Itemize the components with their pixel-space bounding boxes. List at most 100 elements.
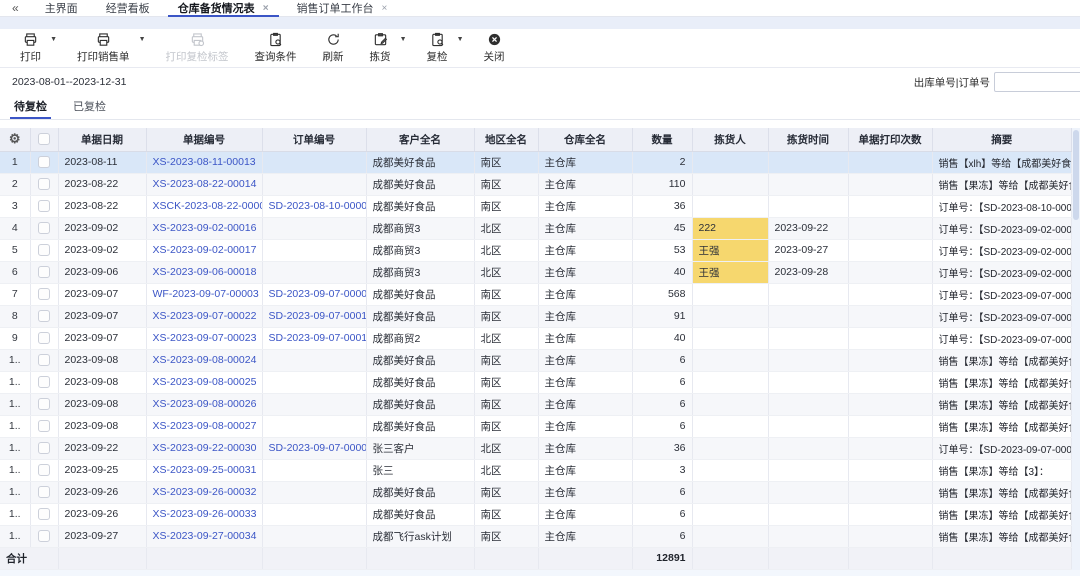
print-sales-order-button[interactable]: 打印销售单 ▼ — [67, 30, 146, 66]
chevron-down-icon[interactable]: ▼ — [400, 36, 407, 43]
table-row[interactable]: 8 2023-09-07 XS-2023-09-07-00022 SD-2023… — [0, 305, 1072, 328]
column-header-region[interactable]: 地区全名 — [474, 128, 539, 152]
column-header-print-count[interactable]: 单据打印次数 — [848, 128, 933, 152]
row-checkbox[interactable] — [38, 222, 50, 235]
doc-no-link[interactable]: XS-2023-09-08-00025 — [153, 376, 257, 388]
table-row[interactable]: 2 2023-08-22 XS-2023-08-22-00014 成都美好食品 … — [0, 173, 1072, 196]
row-select-cell[interactable] — [30, 305, 59, 328]
doc-no-link[interactable]: XSCK-2023-08-22-00001 — [153, 200, 262, 212]
close-button[interactable]: 关闭 — [474, 30, 515, 66]
row-checkbox[interactable] — [38, 244, 50, 257]
table-row[interactable]: 1.. 2023-09-25 XS-2023-09-25-00031 张三 北区… — [0, 459, 1072, 482]
column-settings-header[interactable]: ⚙ — [0, 128, 31, 152]
row-checkbox[interactable] — [38, 332, 50, 345]
recheck-button[interactable]: 复检 ▼ — [417, 30, 464, 66]
doc-no-link[interactable]: XS-2023-09-25-00031 — [153, 464, 257, 476]
doc-no-link[interactable]: XS-2023-09-07-00022 — [153, 310, 257, 322]
row-select-cell[interactable] — [30, 173, 59, 196]
row-checkbox[interactable] — [38, 178, 50, 191]
row-select-cell[interactable] — [30, 415, 59, 438]
doc-no-link[interactable]: XS-2023-09-08-00027 — [153, 420, 257, 432]
row-select-cell[interactable] — [30, 481, 59, 504]
column-header-pick-time[interactable]: 拣货时间 — [768, 128, 849, 152]
table-row[interactable]: 3 2023-08-22 XSCK-2023-08-22-00001 SD-20… — [0, 195, 1072, 218]
doc-no-link[interactable]: XS-2023-09-06-00018 — [153, 266, 257, 278]
doc-no-link[interactable]: WF-2023-09-07-00003 — [153, 288, 259, 300]
doc-no-link[interactable]: XS-2023-09-27-00034 — [153, 530, 257, 542]
doc-no-link[interactable]: XS-2023-09-08-00026 — [153, 398, 257, 410]
table-row[interactable]: 1.. 2023-09-26 XS-2023-09-26-00033 成都美好食… — [0, 503, 1072, 526]
row-checkbox[interactable] — [38, 266, 50, 279]
order-number-search-input[interactable] — [994, 72, 1080, 92]
table-row[interactable]: 9 2023-09-07 XS-2023-09-07-00023 SD-2023… — [0, 327, 1072, 350]
doc-no-link[interactable]: XS-2023-09-26-00033 — [153, 508, 257, 520]
table-row[interactable]: 1.. 2023-09-22 XS-2023-09-22-00030 SD-20… — [0, 437, 1072, 460]
column-header-picker[interactable]: 拣货人 — [692, 128, 769, 152]
gear-icon[interactable]: ⚙ — [9, 131, 21, 146]
picking-button[interactable]: 拣货 ▼ — [360, 30, 407, 66]
row-select-cell[interactable] — [30, 217, 59, 240]
order-no-link[interactable]: SD-2023-09-07-00014 — [269, 332, 366, 344]
order-no-link[interactable]: SD-2023-09-07-00005 — [269, 442, 366, 454]
row-select-cell[interactable] — [30, 195, 59, 218]
doc-no-link[interactable]: XS-2023-09-22-00030 — [153, 442, 257, 454]
query-conditions-button[interactable]: 查询条件 — [245, 30, 307, 66]
column-header-warehouse[interactable]: 仓库全名 — [538, 128, 633, 152]
tab-main-screen[interactable]: 主界面 — [31, 0, 92, 16]
table-row[interactable]: 1.. 2023-09-08 XS-2023-09-08-00025 成都美好食… — [0, 371, 1072, 394]
tab-business-dashboard[interactable]: 经营看板 — [92, 0, 164, 16]
scrollbar-thumb[interactable] — [1073, 130, 1079, 220]
close-tab-icon[interactable]: × — [382, 3, 388, 14]
tab-sales-order-workbench[interactable]: 销售订单工作台 × — [283, 0, 402, 16]
close-tab-icon[interactable]: × — [263, 3, 269, 14]
row-select-cell[interactable] — [30, 283, 59, 306]
row-select-cell[interactable] — [30, 437, 59, 460]
table-row[interactable]: 4 2023-09-02 XS-2023-09-02-00016 成都商贸3 北… — [0, 217, 1072, 240]
tab-pending-recheck[interactable]: 待复检 — [10, 98, 51, 119]
vertical-scrollbar[interactable] — [1072, 128, 1080, 570]
row-select-cell[interactable] — [30, 393, 59, 416]
row-checkbox[interactable] — [38, 420, 50, 433]
select-all-checkbox[interactable] — [38, 133, 50, 146]
table-row[interactable]: 1.. 2023-09-26 XS-2023-09-26-00032 成都美好食… — [0, 481, 1072, 504]
table-row[interactable]: 1.. 2023-09-08 XS-2023-09-08-00026 成都美好食… — [0, 393, 1072, 416]
date-range-filter[interactable]: 2023-08-01--2023-12-31 — [12, 76, 126, 88]
column-header-customer[interactable]: 客户全名 — [366, 128, 475, 152]
row-checkbox[interactable] — [38, 310, 50, 323]
order-no-link[interactable]: SD-2023-09-07-00009 — [269, 288, 366, 300]
row-checkbox[interactable] — [38, 156, 50, 169]
row-checkbox[interactable] — [38, 464, 50, 477]
order-no-link[interactable]: SD-2023-08-10-00002 — [269, 200, 366, 212]
doc-no-link[interactable]: XS-2023-09-02-00016 — [153, 222, 257, 234]
doc-no-link[interactable]: XS-2023-09-02-00017 — [153, 244, 257, 256]
doc-no-link[interactable]: XS-2023-09-26-00032 — [153, 486, 257, 498]
table-row[interactable]: 7 2023-09-07 WF-2023-09-07-00003 SD-2023… — [0, 283, 1072, 306]
row-checkbox[interactable] — [38, 486, 50, 499]
doc-no-link[interactable]: XS-2023-09-08-00024 — [153, 354, 257, 366]
column-header-doc-no[interactable]: 单据编号 — [146, 128, 263, 152]
table-row[interactable]: 6 2023-09-06 XS-2023-09-06-00018 成都商贸3 北… — [0, 261, 1072, 284]
refresh-button[interactable]: 刷新 — [313, 30, 354, 66]
table-row[interactable]: 1.. 2023-09-08 XS-2023-09-08-00024 成都美好食… — [0, 349, 1072, 372]
row-checkbox[interactable] — [38, 508, 50, 521]
chevron-down-icon[interactable]: ▼ — [457, 36, 464, 43]
row-checkbox[interactable] — [38, 398, 50, 411]
order-no-link[interactable]: SD-2023-09-07-00017 — [269, 310, 366, 322]
chevron-down-icon[interactable]: ▼ — [139, 36, 146, 43]
table-row[interactable]: 1.. 2023-09-08 XS-2023-09-08-00027 成都美好食… — [0, 415, 1072, 438]
print-button[interactable]: 打印 ▼ — [10, 30, 57, 66]
row-checkbox[interactable] — [38, 354, 50, 367]
tab-rechecked[interactable]: 已复检 — [73, 98, 106, 119]
column-header-date[interactable]: 单据日期 — [58, 128, 147, 152]
table-row[interactable]: 1 2023-08-11 XS-2023-08-11-00013 成都美好食品 … — [0, 151, 1072, 174]
row-checkbox[interactable] — [38, 442, 50, 455]
row-checkbox[interactable] — [38, 288, 50, 301]
row-select-cell[interactable] — [30, 503, 59, 526]
row-select-cell[interactable] — [30, 349, 59, 372]
column-header-qty[interactable]: 数量 — [632, 128, 693, 152]
column-header-summary[interactable]: 摘要 — [932, 128, 1072, 152]
collapse-tabs-icon[interactable]: « — [0, 0, 31, 16]
row-select-cell[interactable] — [30, 151, 59, 174]
row-select-cell[interactable] — [30, 525, 59, 548]
column-header-order-no[interactable]: 订单编号 — [262, 128, 367, 152]
